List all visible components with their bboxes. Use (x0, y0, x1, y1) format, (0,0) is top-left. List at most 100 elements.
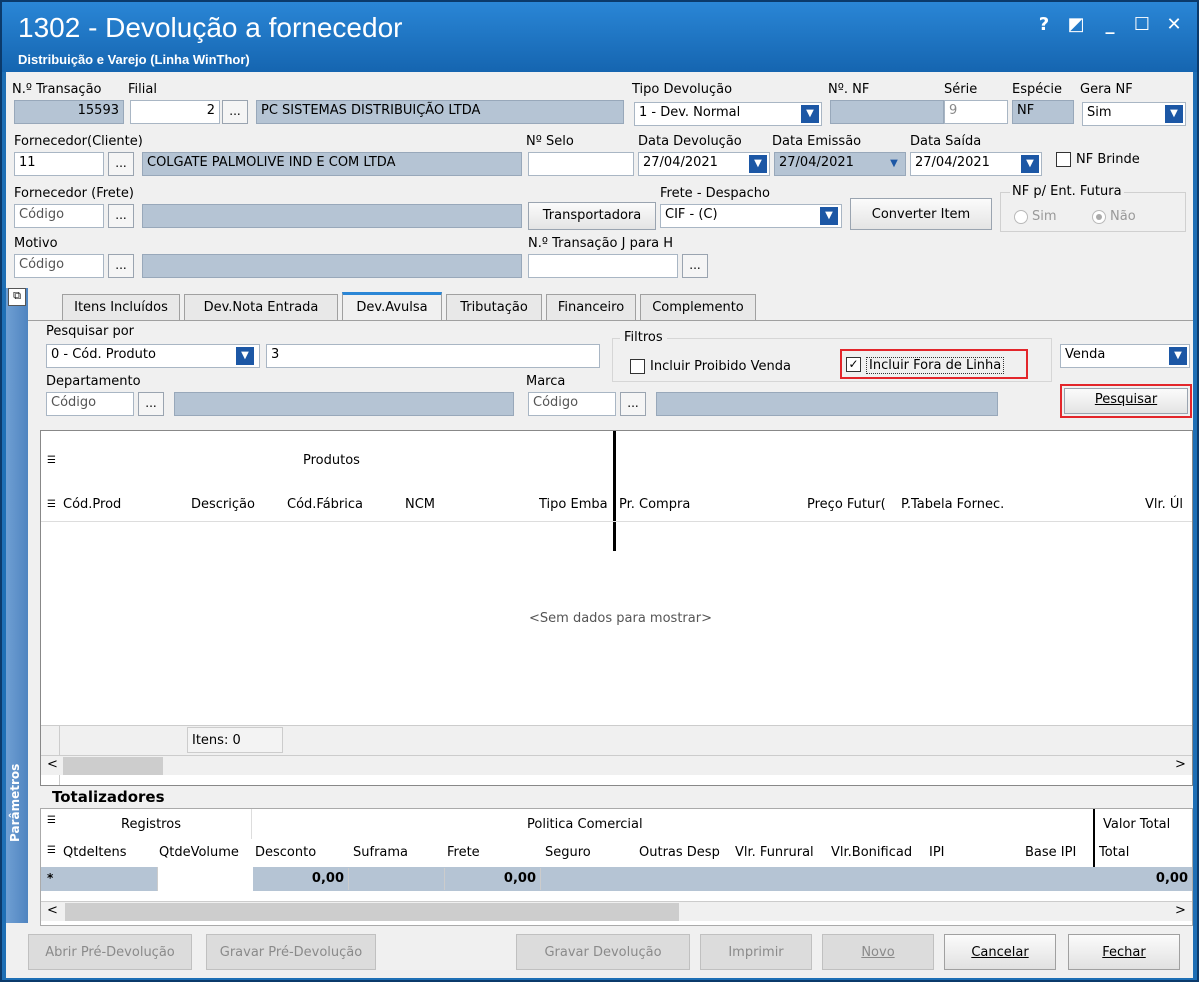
tab-dev-nota-entrada[interactable]: Dev.Nota Entrada (184, 294, 338, 320)
dock-icon[interactable]: ⧉ (8, 288, 26, 306)
col-vlr-bonificado[interactable]: Vlr.Bonificad (831, 845, 923, 860)
frete-cell[interactable]: 0,00 (445, 868, 541, 890)
col-qtde-volume[interactable]: QtdeVolume (159, 845, 239, 860)
products-grid[interactable]: ☰ Produtos ☰ Cód.Prod Descrição Cód.Fábr… (40, 430, 1193, 786)
tab-dev-avulsa[interactable]: Dev.Avulsa (342, 292, 442, 320)
title-bar: 1302 - Devolução a fornecedor Distribuiç… (2, 2, 1197, 72)
col-qtde-itens[interactable]: QtdeItens (63, 845, 127, 860)
column-chooser-icon[interactable]: ☰ (47, 499, 56, 510)
chevron-down-icon[interactable]: ▼ (1165, 105, 1183, 123)
horizontal-scrollbar[interactable]: < > (41, 755, 1192, 775)
gravar-pre-devolucao-button[interactable]: Gravar Pré-Devolução (206, 934, 376, 970)
selo-field[interactable] (528, 152, 634, 176)
scrollbar-thumb[interactable] (65, 903, 679, 921)
tipo-devolucao-select[interactable]: 1 - Dev. Normal (634, 102, 822, 126)
chevron-down-icon[interactable]: ▼ (749, 155, 767, 173)
desconto-cell[interactable]: 0,00 (253, 868, 349, 890)
fornecedor-lookup-button[interactable]: ... (108, 152, 134, 176)
chevron-down-icon[interactable]: ▼ (820, 207, 838, 225)
pesquisar-button[interactable]: Pesquisar (1064, 388, 1188, 414)
col-desconto[interactable]: Desconto (255, 845, 316, 860)
col-base-ipi[interactable]: Base IPI (1025, 845, 1076, 860)
fornecedor-cliente-field[interactable]: 11 (14, 152, 104, 176)
transacao-j-lookup-button[interactable]: ... (682, 254, 708, 278)
col-cod-prod[interactable]: Cód.Prod (63, 497, 121, 512)
col-vlr-ultimo[interactable]: Vlr. Úl (1145, 497, 1183, 512)
tab-itens-incluidos[interactable]: Itens Incluídos (62, 294, 180, 320)
motivo-lookup-button[interactable]: ... (108, 254, 134, 278)
especie-label: Espécie (1012, 82, 1062, 97)
col-total[interactable]: Total (1099, 845, 1129, 860)
column-chooser-icon[interactable]: ☰ (47, 815, 56, 826)
scroll-right-icon[interactable]: > (1175, 757, 1186, 772)
pesquisar-por-select[interactable]: 0 - Cód. Produto (46, 344, 260, 368)
chevron-down-icon[interactable]: ▼ (236, 347, 254, 365)
col-tipo-emba[interactable]: Tipo Emba (539, 497, 611, 512)
scrollbar-thumb[interactable] (63, 757, 163, 775)
nf-brinde-checkbox[interactable] (1056, 152, 1071, 167)
departamento-lookup-button[interactable]: ... (138, 392, 164, 416)
fora-linha-checkbox[interactable]: ✓ (846, 357, 861, 372)
scroll-right-icon[interactable]: > (1175, 903, 1186, 918)
col-outras-desp[interactable]: Outras Desp (639, 845, 731, 860)
data-saida-label: Data Saída (910, 134, 982, 149)
abrir-pre-devolucao-button[interactable]: Abrir Pré-Devolução (28, 934, 192, 970)
frete-despacho-select[interactable]: CIF - (C) (660, 204, 842, 228)
column-chooser-icon[interactable]: ☰ (47, 455, 56, 466)
col-ipi[interactable]: IPI (929, 845, 945, 860)
fornecedor-frete-lookup-button[interactable]: ... (108, 204, 134, 228)
transacao-j-field[interactable] (528, 254, 678, 278)
transportadora-button[interactable]: Transportadora (528, 202, 656, 230)
scroll-left-icon[interactable]: < (47, 903, 58, 918)
col-pr-compra[interactable]: Pr. Compra (619, 497, 690, 512)
total-cell[interactable]: 0,00 (1095, 868, 1192, 890)
col-cod-fabrica[interactable]: Cód.Fábrica (287, 497, 363, 512)
nf-futura-nao-radio[interactable] (1092, 210, 1106, 224)
gravar-devolucao-button[interactable]: Gravar Devolução (516, 934, 690, 970)
tab-financeiro[interactable]: Financeiro (546, 294, 636, 320)
proibido-venda-checkbox[interactable] (630, 359, 645, 374)
transacao-field[interactable]: 15593 (14, 100, 124, 124)
col-seguro[interactable]: Seguro (545, 845, 591, 860)
imprimir-button[interactable]: Imprimir (700, 934, 812, 970)
totals-grid[interactable]: ☰ Registros Politica Comercial Valor Tot… (40, 808, 1193, 926)
minimize-icon[interactable]: _ (1098, 14, 1122, 35)
departamento-field[interactable]: Código (46, 392, 134, 416)
tab-complemento[interactable]: Complemento (640, 294, 756, 320)
maximize-icon[interactable]: ☐ (1130, 14, 1154, 35)
search-input[interactable]: 3 (266, 344, 600, 368)
suframa-cell[interactable] (349, 868, 445, 890)
col-descricao[interactable]: Descrição (191, 497, 255, 512)
chevron-down-icon[interactable]: ▼ (1169, 347, 1187, 365)
cancelar-button[interactable]: Cancelar (944, 934, 1056, 970)
horizontal-scrollbar[interactable]: < > (41, 901, 1192, 921)
col-ncm[interactable]: NCM (405, 497, 435, 512)
marca-lookup-button[interactable]: ... (620, 392, 646, 416)
novo-button[interactable]: Novo (822, 934, 934, 970)
filial-lookup-button[interactable]: ... (222, 100, 248, 124)
col-p-tabela-fornec[interactable]: P.Tabela Fornec. (901, 497, 1004, 512)
scroll-left-icon[interactable]: < (47, 757, 58, 772)
valor-total-band: Valor Total (1103, 817, 1171, 832)
filial-field[interactable]: 2 (130, 100, 220, 124)
chevron-down-icon[interactable]: ▼ (1021, 155, 1039, 173)
tab-tributacao[interactable]: Tributação (446, 294, 542, 320)
converter-item-button[interactable]: Converter Item (850, 198, 992, 230)
column-chooser-icon[interactable]: ☰ (47, 845, 56, 856)
motivo-field[interactable]: Código (14, 254, 104, 278)
close-icon[interactable]: ✕ (1162, 14, 1186, 35)
nf-futura-sim-radio[interactable] (1014, 210, 1028, 224)
chevron-down-icon[interactable]: ▼ (801, 105, 819, 123)
qtde-volume-cell[interactable] (157, 867, 253, 891)
marca-field[interactable]: Código (528, 392, 616, 416)
fornecedor-frete-field[interactable]: Código (14, 204, 104, 228)
fechar-button[interactable]: Fechar (1068, 934, 1180, 970)
col-suframa[interactable]: Suframa (353, 845, 408, 860)
col-preco-futuro[interactable]: Preço Futur( (807, 497, 899, 512)
col-frete[interactable]: Frete (447, 845, 480, 860)
totals-row[interactable]: * 0,00 0,00 0,00 (41, 867, 1192, 891)
help-icon[interactable]: ? (1032, 14, 1056, 35)
col-vlr-funrural[interactable]: Vlr. Funrural (735, 845, 827, 860)
produtos-band: Produtos (303, 453, 360, 468)
resize-icon[interactable]: ◩ (1064, 14, 1088, 35)
